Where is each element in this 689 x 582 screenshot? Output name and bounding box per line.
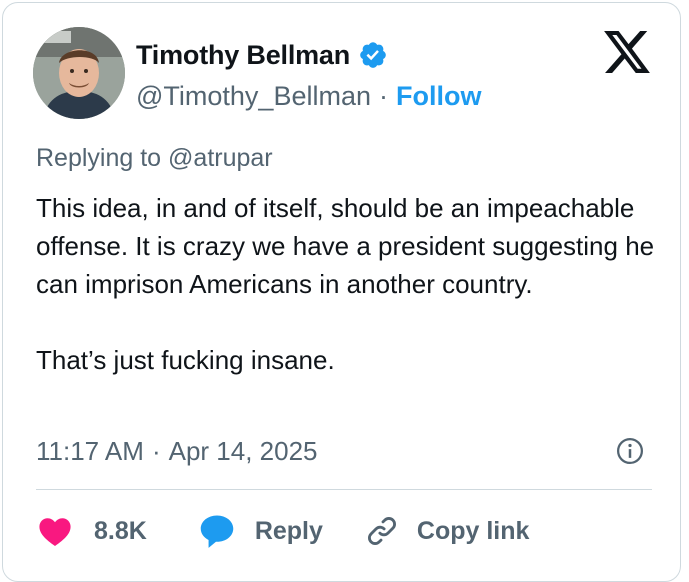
verified-badge-icon <box>358 40 388 70</box>
tweet-body: This idea, in and of itself, should be a… <box>36 189 656 379</box>
tweet-timestamp[interactable]: 11:17 AM · Apr 14, 2025 <box>36 433 318 469</box>
reply-bubble-icon <box>200 515 234 548</box>
reply-button[interactable]: Reply <box>199 514 323 548</box>
tweet-time: 11:17 AM <box>36 435 144 466</box>
author-display-name[interactable]: Timothy Bellman <box>136 40 350 71</box>
like-button[interactable]: 8.8K <box>38 515 147 547</box>
author-handle-row: @Timothy_Bellman · Follow <box>136 78 481 114</box>
heart-icon <box>39 518 71 547</box>
reply-label: Reply <box>254 516 323 545</box>
like-count: 8.8K <box>94 516 147 545</box>
copy-link-button[interactable]: Copy link <box>365 514 530 548</box>
replying-prefix: Replying to <box>36 144 162 172</box>
avatar-image <box>33 27 125 119</box>
replying-to-mention[interactable]: @atrupar <box>168 144 273 172</box>
tweet-card: Timothy Bellman @Timothy_Bellman · Follo… <box>2 2 681 582</box>
tweet-paragraph: That’s just fucking insane. <box>36 345 335 375</box>
handle-separator: · <box>378 80 388 111</box>
timestamp-separator: · <box>151 435 161 466</box>
link-icon <box>367 517 396 545</box>
follow-button[interactable]: Follow <box>396 81 481 112</box>
author-handle[interactable]: @Timothy_Bellman <box>136 81 371 112</box>
info-icon[interactable] <box>615 436 645 466</box>
avatar[interactable] <box>33 27 125 119</box>
copy-link-label: Copy link <box>416 516 530 545</box>
tweet-paragraph: This idea, in and of itself, should be a… <box>36 193 655 299</box>
x-logo-icon[interactable] <box>604 31 650 73</box>
tweet-date: Apr 14, 2025 <box>168 435 318 466</box>
action-bar: 8.8K Reply Copy link <box>38 509 529 553</box>
divider <box>36 489 652 490</box>
author-name-row: Timothy Bellman <box>136 37 388 73</box>
replying-to-line: Replying to @atrupar <box>36 144 273 173</box>
